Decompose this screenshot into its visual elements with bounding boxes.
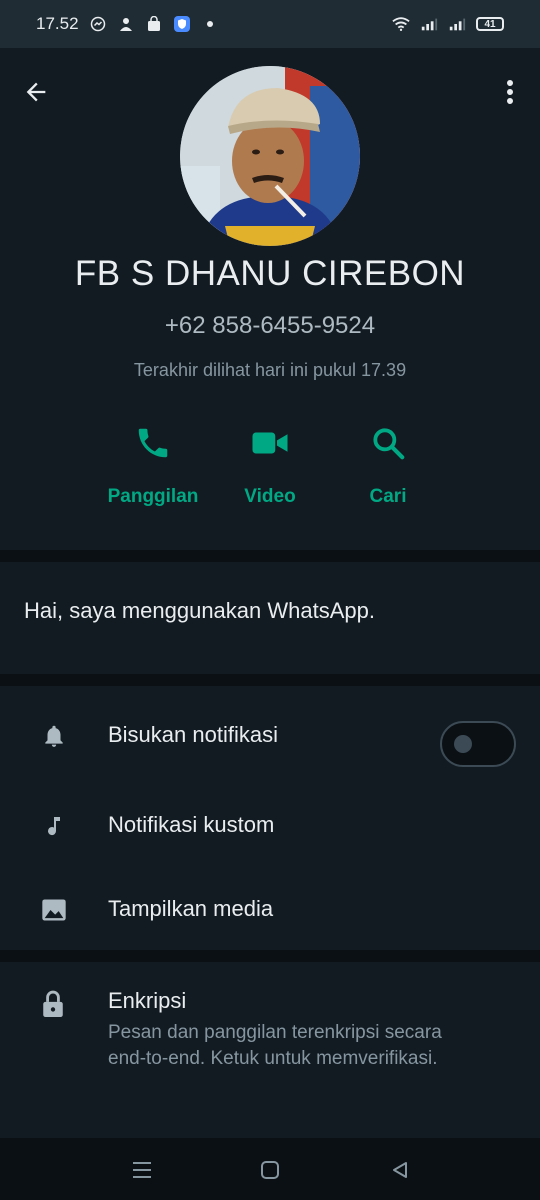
recent-apps-button[interactable]	[128, 1156, 156, 1184]
about-section[interactable]: Hai, saya menggunakan WhatsApp.	[0, 562, 540, 674]
arrow-left-icon	[26, 82, 46, 102]
video-label: Video	[244, 486, 296, 507]
mute-notifications-label: Bisukan notifikasi	[108, 722, 278, 747]
home-button[interactable]	[256, 1156, 284, 1184]
system-navigation-bar	[0, 1138, 540, 1200]
toggle-knob	[454, 735, 472, 753]
square-icon	[261, 1161, 279, 1179]
contact-avatar[interactable]	[180, 66, 360, 246]
triangle-back-icon	[393, 1162, 407, 1178]
custom-notifications-label: Notifikasi kustom	[108, 812, 275, 837]
action-row: Panggilan Video Cari	[0, 418, 540, 518]
bell-icon	[40, 722, 68, 750]
contact-phone: +62 858-6455-9524	[164, 312, 376, 339]
messenger-icon	[89, 15, 107, 33]
more-options-button[interactable]	[498, 74, 522, 110]
show-media-label: Tampilkan media	[108, 896, 274, 921]
shopping-bag-icon	[145, 15, 163, 33]
last-seen-text: Terakhir dilihat hari ini pukul 17.39	[133, 360, 407, 380]
back-button[interactable]	[18, 74, 54, 110]
lock-icon	[40, 988, 68, 1020]
call-label: Panggilan	[107, 486, 199, 507]
signal-icon	[420, 15, 438, 33]
dot-icon	[201, 15, 219, 33]
more-vert-icon	[507, 80, 513, 104]
search-icon	[369, 418, 407, 468]
encryption-title: Enkripsi	[108, 988, 187, 1013]
contact-name: FB S DHANU CIREBON	[74, 254, 466, 293]
phone-icon	[134, 418, 172, 468]
signal-icon-2	[448, 15, 466, 33]
wifi-icon	[392, 15, 410, 33]
status-time: 17.52	[36, 14, 79, 33]
call-button[interactable]: Panggilan	[93, 418, 213, 508]
encryption-section[interactable]: Enkripsi Pesan dan panggilan terenkripsi…	[0, 962, 540, 1138]
show-media-row[interactable]: Tampilkan media	[0, 870, 540, 950]
battery-indicator: 41	[476, 17, 504, 31]
about-text: Hai, saya menggunakan WhatsApp.	[24, 598, 375, 623]
mute-toggle[interactable]	[440, 721, 516, 767]
contact-header: FB S DHANU CIREBON +62 858-6455-9524 Ter…	[0, 48, 540, 550]
image-icon	[40, 896, 68, 924]
search-label: Cari	[369, 486, 407, 507]
status-bar: 17.52 41	[0, 0, 540, 48]
person-icon	[117, 15, 135, 33]
video-icon	[249, 418, 291, 468]
encryption-description: Pesan dan panggilan terenkripsi secara e…	[108, 1022, 442, 1069]
custom-notifications-row[interactable]: Notifikasi kustom	[0, 786, 540, 866]
video-call-button[interactable]: Video	[210, 418, 330, 508]
music-note-icon	[40, 812, 68, 840]
back-nav-button[interactable]	[386, 1156, 414, 1184]
settings-section: Bisukan notifikasi Notifikasi kustom Tam…	[0, 686, 540, 950]
menu-lines-icon	[133, 1162, 151, 1178]
app-shield-icon	[173, 15, 191, 33]
search-button[interactable]: Cari	[328, 418, 448, 508]
mute-notifications-row[interactable]: Bisukan notifikasi	[0, 696, 540, 776]
